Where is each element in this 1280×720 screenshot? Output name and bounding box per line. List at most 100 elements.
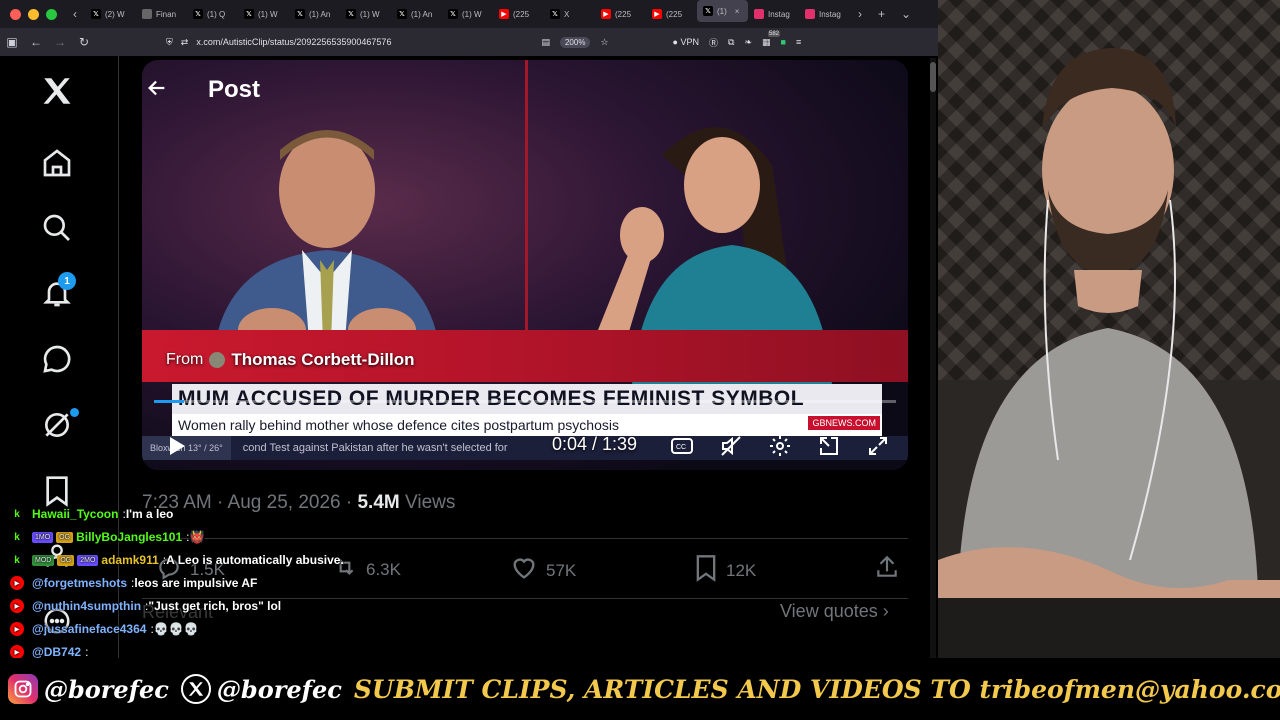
extension-leaf-icon[interactable]: ❧	[744, 37, 752, 48]
permissions-icon[interactable]: ⇄	[181, 37, 189, 48]
zoom-level[interactable]: 200%	[559, 36, 591, 48]
x-logo-icon[interactable]	[38, 72, 76, 110]
bookmark-star-icon[interactable]: ☆	[600, 37, 608, 48]
extensions-puzzle-icon[interactable]: ⧉	[728, 37, 734, 48]
chat-username: @DB742	[32, 645, 82, 659]
reload-icon[interactable]: ↻	[72, 35, 96, 49]
extension-badge: 582	[767, 30, 780, 37]
x-favicon-icon: 𝕏	[244, 9, 254, 19]
shield-icon[interactable]: ⛨	[166, 37, 173, 48]
browser-tab[interactable]: 𝕏 (1) W	[238, 0, 289, 28]
tab-list-chevron-icon[interactable]: ⌄	[893, 7, 919, 21]
source-avatar-icon	[209, 352, 226, 368]
bookmark-button[interactable]: 12K	[694, 554, 756, 587]
chat-badge: OG	[57, 554, 75, 566]
browser-tab[interactable]: Instag	[799, 0, 850, 28]
browser-tab[interactable]: 𝕏 (1) W	[340, 0, 391, 28]
picture-in-picture-icon[interactable]	[817, 434, 841, 458]
close-tab-icon[interactable]: ×	[735, 7, 740, 16]
browser-tab[interactable]: 𝕏 (1) ×	[697, 0, 748, 22]
chyron-headline: MUM ACCUSED OF MURDER BECOMES FEMINIST S…	[172, 384, 882, 414]
extension-r-icon[interactable]: Ⓡ	[709, 36, 718, 49]
notifications-bell-icon[interactable]: 1	[38, 272, 76, 312]
video-controls: 0:04 / 1:39 CC	[142, 426, 908, 466]
chat-badge: 2MO	[77, 554, 99, 566]
like-button[interactable]: 57K	[510, 554, 576, 587]
close-window-button[interactable]	[10, 8, 21, 20]
chat-message: ▸ @jussafineface4364: 💀💀💀	[10, 619, 199, 639]
chevron-right-icon: ›	[882, 601, 889, 621]
captions-icon[interactable]: CC	[670, 434, 694, 458]
fullscreen-icon[interactable]	[866, 434, 890, 458]
like-count: 57K	[546, 560, 577, 580]
grok-icon[interactable]	[38, 406, 79, 444]
favicon-icon	[142, 9, 152, 19]
views-count: 5.4M	[357, 492, 400, 513]
youtube-icon: ▸	[10, 599, 24, 613]
settings-gear-icon[interactable]	[768, 434, 792, 458]
webcam-feed	[938, 0, 1280, 658]
home-icon[interactable]	[38, 144, 76, 182]
address-bar[interactable]: ⛨ ⇄ x.com/AutisticClip/status/2092256535…	[166, 37, 391, 48]
mute-icon[interactable]	[719, 434, 743, 458]
source-name[interactable]: Thomas Corbett-Dillon	[231, 350, 414, 370]
reader-view-icon[interactable]: ▤	[541, 37, 550, 48]
tab-scroll-right-icon[interactable]: ›	[850, 7, 870, 21]
x-favicon-icon: 𝕏	[703, 6, 713, 16]
vpn-button[interactable]: ● VPN	[673, 37, 699, 47]
menu-icon[interactable]: ≡	[796, 37, 801, 47]
sidebar-toggle-icon[interactable]: ▣	[0, 35, 24, 49]
chat-message: ▸ @forgetmeshots: leos are impulsive AF	[10, 573, 257, 593]
chat-username: @nuthin4sumpthin	[32, 599, 142, 613]
play-icon[interactable]	[164, 434, 188, 463]
youtube-icon: ▸	[10, 622, 24, 636]
divider-line	[142, 538, 908, 539]
browser-tab[interactable]: 𝕏 (1) Q	[187, 0, 238, 28]
bookmark-icon	[694, 554, 718, 587]
video-player[interactable]: From Thomas Corbett-Dillon MUM ACCUSED O…	[142, 60, 908, 470]
browser-tab[interactable]: 𝕏 (1) An	[289, 0, 340, 28]
extension-badge-icon[interactable]: ▦ 582	[762, 30, 780, 48]
submission-call-to-action: SUBMIT CLIPS, ARTICLES AND VIDEOS TO tri…	[353, 674, 1280, 704]
view-quotes-label: View quotes	[780, 601, 878, 621]
youtube-favicon-icon: ▶	[499, 9, 509, 19]
search-icon[interactable]	[38, 209, 76, 247]
view-quotes-link[interactable]: View quotes ›	[780, 601, 889, 622]
browser-tab[interactable]: ▶ (225	[646, 0, 697, 28]
browser-tab[interactable]: 𝕏 (1) W	[442, 0, 493, 28]
browser-tab[interactable]: Instag	[748, 0, 799, 28]
browser-tab[interactable]: 𝕏 (1) An	[391, 0, 442, 28]
tab-label: Instag	[768, 9, 790, 19]
browser-tab[interactable]: ▶ (225	[595, 0, 646, 28]
share-icon	[874, 554, 900, 585]
chat-username: @forgetmeshots	[32, 576, 128, 590]
messages-icon[interactable]	[38, 340, 76, 378]
url-text[interactable]: x.com/AutisticClip/status/20922565359004…	[196, 37, 391, 47]
share-button[interactable]	[874, 554, 900, 585]
browser-tab[interactable]: 𝕏X	[544, 0, 595, 28]
tab-scroll-left-icon[interactable]: ‹	[65, 7, 85, 21]
new-tab-icon[interactable]: +	[870, 7, 893, 21]
browser-tab[interactable]: 𝕏 (2) W	[85, 0, 136, 28]
heart-icon	[510, 554, 538, 587]
tab-label: Finan	[156, 9, 177, 19]
page-title: Post	[208, 76, 261, 103]
back-icon[interactable]: ←	[24, 35, 48, 49]
forward-icon[interactable]: →	[48, 35, 72, 49]
video-progress-bar[interactable]	[154, 400, 896, 403]
youtube-icon: ▸	[10, 645, 24, 659]
page-scrollbar[interactable]	[930, 58, 936, 658]
instagram-favicon-icon	[754, 9, 764, 19]
window-controls	[10, 8, 57, 20]
maximize-window-button[interactable]	[46, 8, 57, 20]
post-timestamp[interactable]: 7:23 AM · Aug 25, 2026 ·	[142, 492, 357, 513]
kick-icon: k	[14, 531, 20, 543]
scrollbar-thumb[interactable]	[930, 62, 936, 92]
instagram-icon	[8, 674, 38, 704]
browser-tab[interactable]: ▶ (225	[493, 0, 544, 28]
minimize-window-button[interactable]	[28, 8, 39, 20]
browser-tab[interactable]: Finan	[136, 0, 187, 28]
back-arrow-icon[interactable]	[146, 77, 168, 104]
x-favicon-icon: 𝕏	[193, 9, 203, 19]
extension-green-icon[interactable]: ■	[781, 37, 786, 47]
